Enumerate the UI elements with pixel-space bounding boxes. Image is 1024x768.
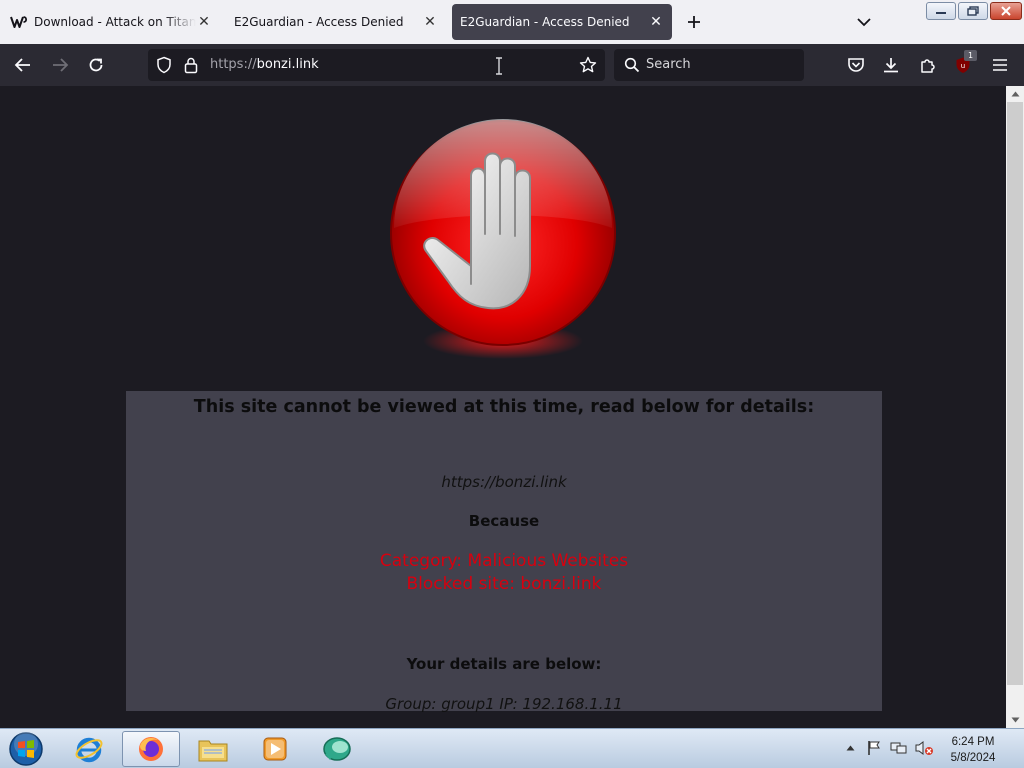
lock-icon[interactable] bbox=[183, 56, 199, 74]
extension-badge: 1 bbox=[964, 50, 977, 61]
reload-button[interactable] bbox=[83, 52, 109, 78]
forward-arrow-icon bbox=[53, 58, 69, 72]
page-heading: This site cannot be viewed at this time,… bbox=[193, 397, 815, 417]
plus-icon bbox=[688, 16, 700, 28]
tab-e2guardian-active[interactable]: E2Guardian - Access Denied ✕ bbox=[452, 4, 672, 40]
close-window-button[interactable] bbox=[990, 2, 1022, 20]
list-all-tabs-button[interactable] bbox=[852, 10, 876, 34]
stop-hand-icon bbox=[390, 119, 616, 359]
svg-text:u: u bbox=[961, 62, 965, 70]
volume-muted-icon bbox=[915, 741, 933, 755]
pocket-button[interactable] bbox=[843, 52, 869, 78]
search-bar[interactable]: Search bbox=[614, 49, 804, 81]
internet-explorer-icon bbox=[75, 737, 103, 763]
blocked-site: Blocked site: bonzi.link bbox=[406, 574, 602, 594]
new-tab-button[interactable] bbox=[682, 10, 706, 34]
tab-e2guardian-1[interactable]: E2Guardian - Access Denied ✕ bbox=[226, 4, 446, 40]
because-label: Because bbox=[468, 512, 540, 530]
page-viewport: This site cannot be viewed at this time,… bbox=[0, 86, 1006, 728]
block-details-panel: This site cannot be viewed at this time,… bbox=[126, 391, 882, 713]
taskbar-internet-explorer[interactable] bbox=[60, 731, 118, 767]
show-hidden-icons-button[interactable] bbox=[843, 737, 857, 759]
clock-time: 6:24 PM bbox=[951, 736, 995, 748]
window-controls bbox=[926, 2, 1022, 20]
block-category: Category: Malicious Websites bbox=[379, 551, 629, 571]
downloads-button[interactable] bbox=[878, 52, 904, 78]
search-icon bbox=[624, 57, 640, 73]
file-explorer-icon bbox=[198, 740, 228, 762]
pocket-icon bbox=[848, 58, 864, 72]
tab-title: Download - Attack on Titan Tr bbox=[34, 15, 196, 29]
navigation-toolbar: https://bonzi.link Search u 1 bbox=[0, 44, 1024, 86]
close-icon[interactable]: ✕ bbox=[422, 14, 438, 30]
windows-start-orb-icon bbox=[9, 732, 43, 766]
network-icon bbox=[890, 742, 907, 754]
bookmark-star-icon[interactable] bbox=[579, 56, 597, 74]
reload-icon bbox=[89, 58, 103, 72]
group-ip-info: Group: group1 IP: 192.168.1.11 bbox=[385, 695, 623, 713]
scroll-down-button[interactable] bbox=[1006, 712, 1024, 728]
back-button[interactable] bbox=[10, 52, 36, 78]
firefox-icon bbox=[139, 737, 163, 761]
triangle-up-icon bbox=[846, 745, 854, 751]
scroll-up-button[interactable] bbox=[1006, 86, 1024, 102]
taskbar-media-player[interactable] bbox=[246, 731, 304, 767]
bonzi-app-icon bbox=[323, 737, 351, 761]
tab-download[interactable]: Download - Attack on Titan Tr ✕ bbox=[2, 4, 220, 40]
forward-button[interactable] bbox=[47, 52, 73, 78]
tab-title: E2Guardian - Access Denied bbox=[460, 15, 630, 29]
volume-tray[interactable] bbox=[913, 737, 935, 759]
url-text: https://bonzi.link bbox=[210, 57, 319, 72]
taskbar-file-explorer[interactable] bbox=[184, 731, 242, 767]
blocked-url: https://bonzi.link bbox=[441, 473, 567, 491]
search-placeholder: Search bbox=[646, 57, 691, 72]
minimize-button[interactable] bbox=[926, 2, 956, 20]
puzzle-icon bbox=[921, 59, 935, 73]
media-player-icon bbox=[263, 737, 287, 761]
text-cursor-icon bbox=[496, 57, 502, 75]
vertical-scrollbar[interactable] bbox=[1006, 86, 1024, 728]
scroll-thumb[interactable] bbox=[1007, 102, 1023, 685]
app-menu-button[interactable] bbox=[987, 52, 1013, 78]
details-heading: Your details are below: bbox=[406, 655, 602, 673]
restore-button[interactable] bbox=[958, 2, 988, 20]
hamburger-menu-icon bbox=[993, 59, 1007, 71]
system-clock[interactable]: 6:24 PM 5/8/2024 bbox=[938, 734, 1008, 766]
taskbar-firefox[interactable] bbox=[122, 731, 180, 767]
tab-title: E2Guardian - Access Denied bbox=[234, 15, 404, 29]
download-icon bbox=[884, 58, 898, 73]
triangle-up-icon bbox=[1011, 91, 1019, 97]
network-tray[interactable] bbox=[889, 737, 909, 759]
close-icon[interactable]: ✕ bbox=[648, 14, 664, 30]
triangle-down-icon bbox=[1011, 717, 1019, 723]
tracking-protection-shield-icon[interactable] bbox=[155, 56, 173, 74]
address-bar[interactable]: https://bonzi.link bbox=[148, 49, 605, 81]
clock-date: 5/8/2024 bbox=[950, 752, 996, 764]
back-arrow-icon bbox=[14, 58, 30, 72]
action-center-tray[interactable] bbox=[864, 737, 884, 759]
tab-strip: Download - Attack on Titan Tr ✕ E2Guardi… bbox=[0, 0, 1024, 44]
taskbar: 6:24 PM 5/8/2024 bbox=[0, 728, 1024, 768]
w-logo-icon bbox=[10, 14, 28, 30]
taskbar-bonzi-app[interactable] bbox=[308, 731, 366, 767]
chevron-down-icon bbox=[857, 18, 871, 27]
close-icon[interactable]: ✕ bbox=[196, 14, 212, 30]
start-button[interactable] bbox=[6, 731, 46, 767]
extensions-button[interactable] bbox=[915, 52, 941, 78]
flag-icon bbox=[868, 741, 880, 755]
